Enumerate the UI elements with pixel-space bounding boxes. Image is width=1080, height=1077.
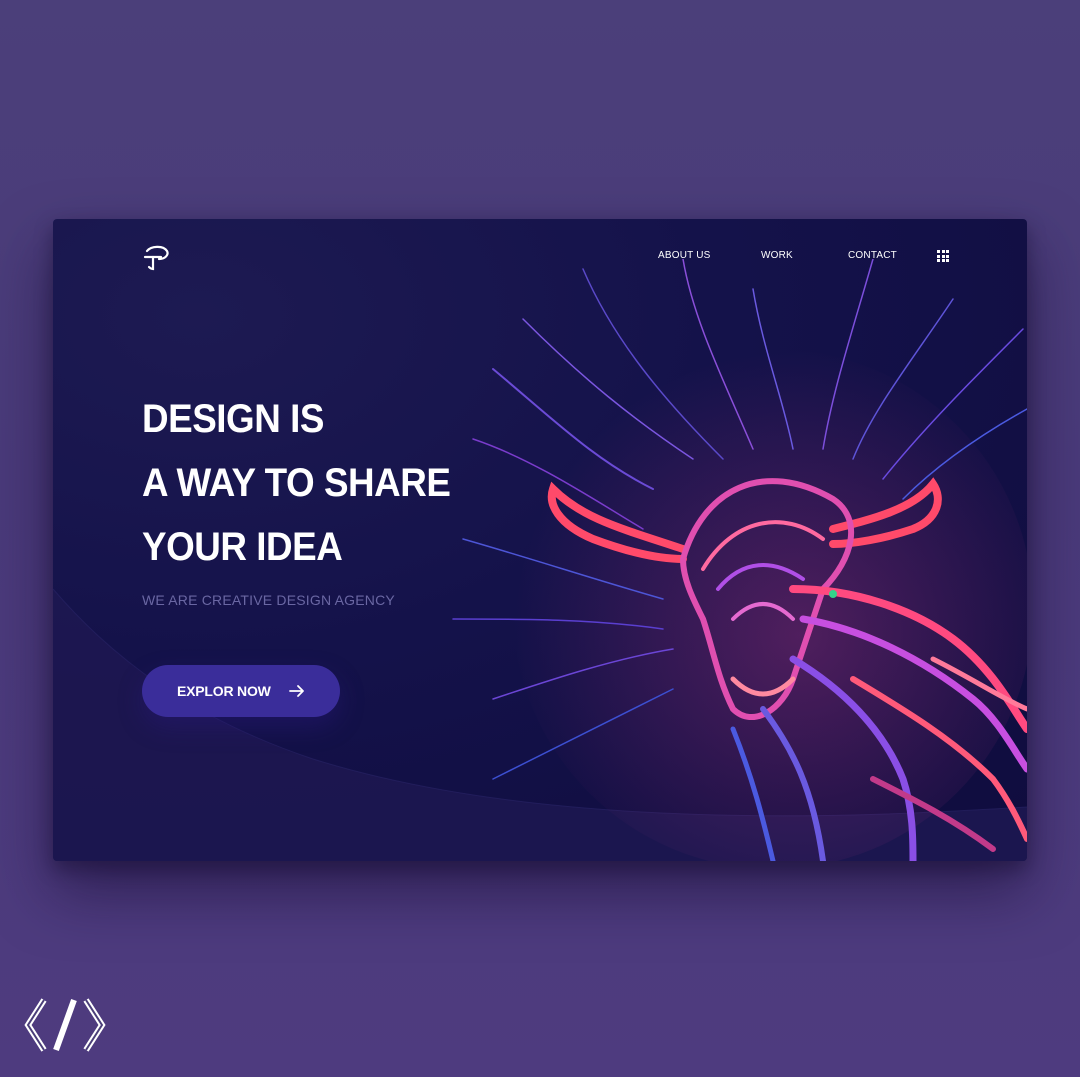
landing-page-card: ABOUT US WORK CONTACT DESIGN IS A WAY TO… [53,219,1027,861]
main-navigation: ABOUT US WORK CONTACT [53,250,1027,264]
hero-headline: DESIGN IS A WAY TO SHARE YOUR IDEA [142,387,562,579]
nav-link-contact[interactable]: CONTACT [848,250,897,261]
headline-line: YOUR IDEA [142,525,343,569]
headline-line: A WAY TO SHARE [142,461,451,505]
brand-mark-logo [24,998,106,1052]
grid-menu-icon[interactable] [937,250,949,262]
hero-subtitle: WE ARE CREATIVE DESIGN AGENCY [142,592,395,608]
nav-link-about-us[interactable]: ABOUT US [658,250,711,261]
arrow-right-icon [289,685,304,697]
headline-line: DESIGN IS [142,397,324,441]
explore-now-label: EXPLOR NOW [177,683,271,699]
nav-link-work[interactable]: WORK [761,250,793,261]
explore-now-button[interactable]: EXPLOR NOW [142,665,340,717]
